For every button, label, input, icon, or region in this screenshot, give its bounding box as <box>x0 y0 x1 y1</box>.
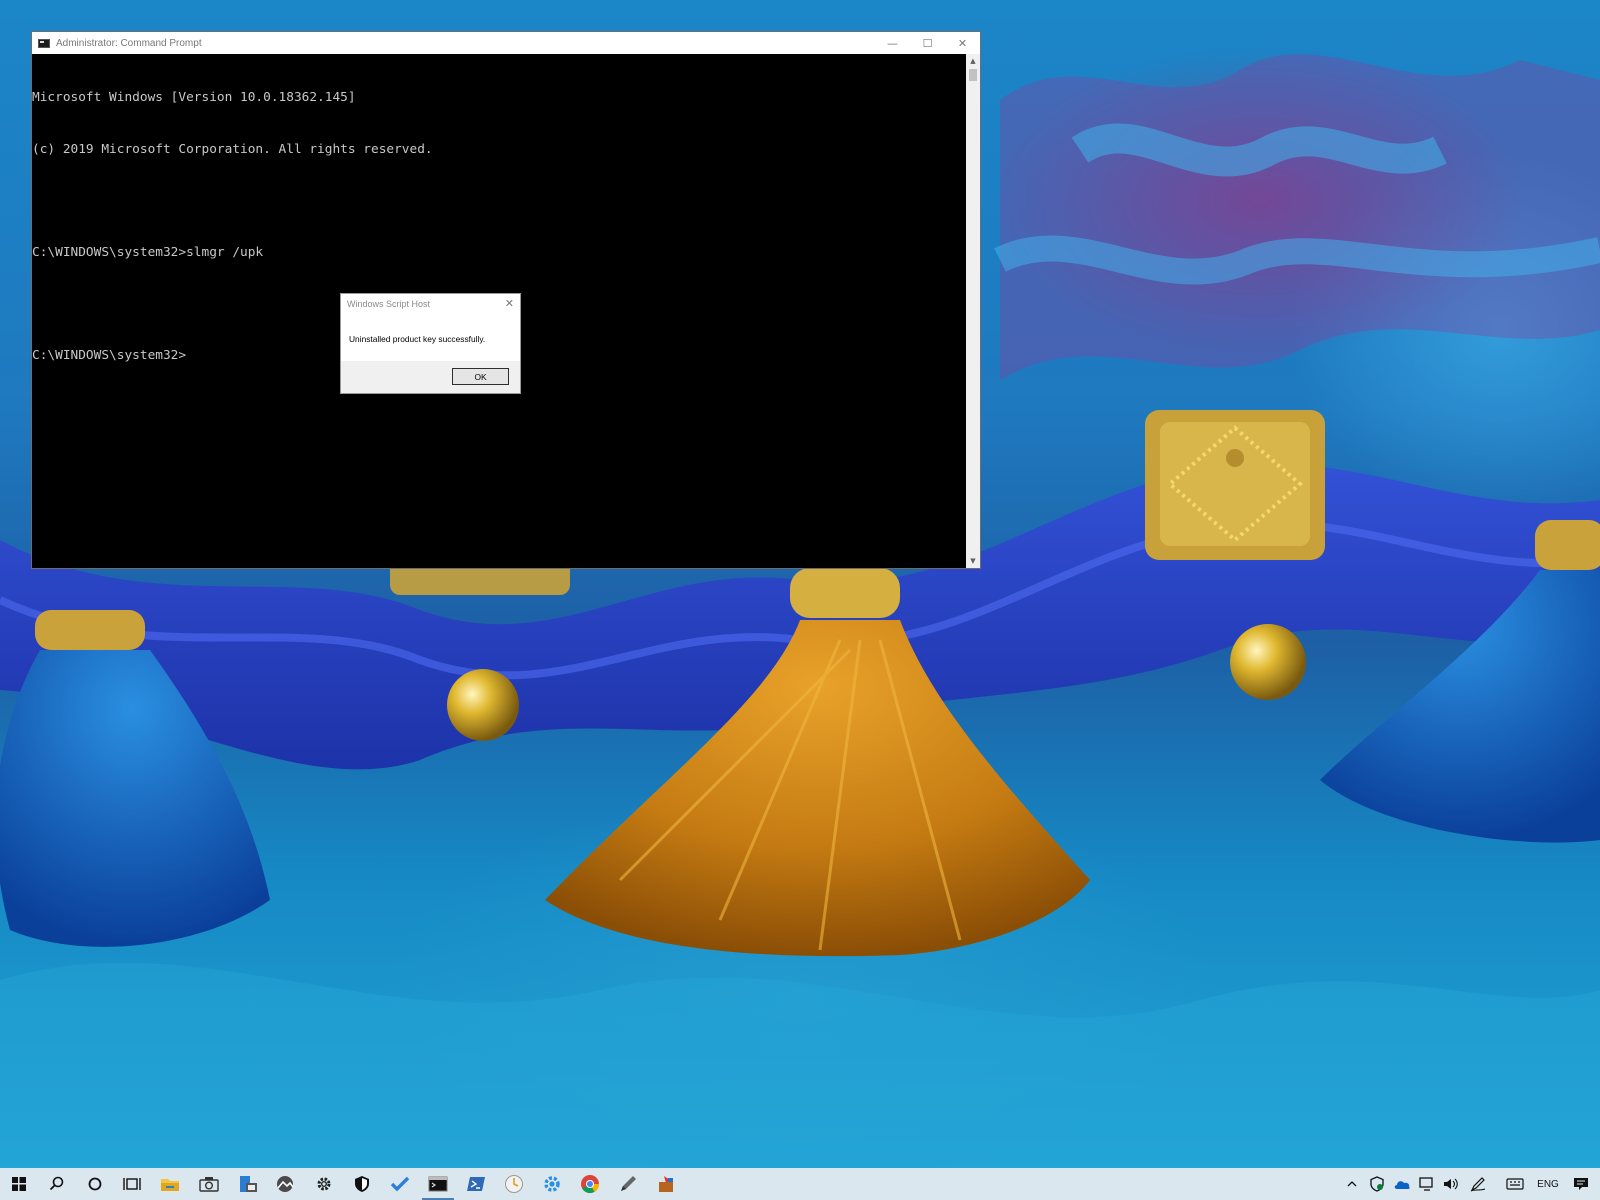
console-line: C:\WINDOWS\system32>slmgr /upk <box>32 245 264 261</box>
cmd-titlebar[interactable]: Administrator: Command Prompt — ☐ ✕ <box>32 32 980 54</box>
script-host-dialog[interactable]: Windows Script Host ✕ Uninstalled produc… <box>340 293 521 394</box>
cmd-title: Administrator: Command Prompt <box>56 37 202 49</box>
file-explorer-icon[interactable] <box>151 1168 189 1200</box>
console-line: Microsoft Windows [Version 10.0.18362.14… <box>32 90 356 106</box>
camera-icon[interactable] <box>190 1168 228 1200</box>
clock-app-icon[interactable] <box>495 1168 533 1200</box>
settings-icon[interactable] <box>305 1168 343 1200</box>
office-icon[interactable] <box>228 1168 266 1200</box>
maximize-button[interactable]: ☐ <box>910 32 945 54</box>
chrome-icon[interactable] <box>571 1168 609 1200</box>
search-icon[interactable] <box>38 1168 76 1200</box>
taskbar: ENG <box>0 1168 1600 1200</box>
start-icon[interactable] <box>0 1168 38 1200</box>
photos-icon[interactable] <box>266 1168 304 1200</box>
volume-icon[interactable] <box>1440 1168 1462 1200</box>
scroll-thumb[interactable] <box>969 69 977 81</box>
console-icon <box>38 38 50 48</box>
language-indicator[interactable]: ENG <box>1534 1168 1562 1200</box>
pen-icon[interactable] <box>609 1168 647 1200</box>
dialog-title: Windows Script Host <box>347 299 431 309</box>
task-view-icon[interactable] <box>113 1168 151 1200</box>
scroll-down-icon[interactable]: ▼ <box>966 554 980 568</box>
dialog-footer: OK <box>341 361 520 393</box>
close-button[interactable]: ✕ <box>945 32 980 54</box>
gear-app-icon[interactable] <box>533 1168 571 1200</box>
defender-tray-icon[interactable] <box>1366 1168 1388 1200</box>
onedrive-icon[interactable] <box>1390 1168 1414 1200</box>
chevron-up-icon[interactable] <box>1342 1168 1362 1200</box>
security-icon[interactable] <box>343 1168 381 1200</box>
console-line: (c) 2019 Microsoft Corporation. All righ… <box>32 142 433 157</box>
touch-keyboard-icon[interactable] <box>1502 1168 1528 1200</box>
todo-icon[interactable] <box>381 1168 419 1200</box>
network-icon[interactable] <box>1416 1168 1438 1200</box>
minimize-button[interactable]: — <box>875 32 910 54</box>
dialog-message: Uninstalled product key successfully. <box>349 334 486 344</box>
powershell-icon[interactable] <box>457 1168 495 1200</box>
package-icon[interactable] <box>647 1168 685 1200</box>
action-center-icon[interactable] <box>1568 1168 1594 1200</box>
ok-button[interactable]: OK <box>452 368 509 385</box>
command-prompt-icon[interactable] <box>419 1168 457 1200</box>
scroll-up-icon[interactable]: ▲ <box>966 54 980 68</box>
cortana-icon[interactable] <box>76 1168 114 1200</box>
vertical-scrollbar[interactable]: ▲ ▼ <box>966 54 980 568</box>
pen-workspace-icon[interactable] <box>1466 1168 1490 1200</box>
dialog-close-button[interactable]: ✕ <box>505 297 514 310</box>
